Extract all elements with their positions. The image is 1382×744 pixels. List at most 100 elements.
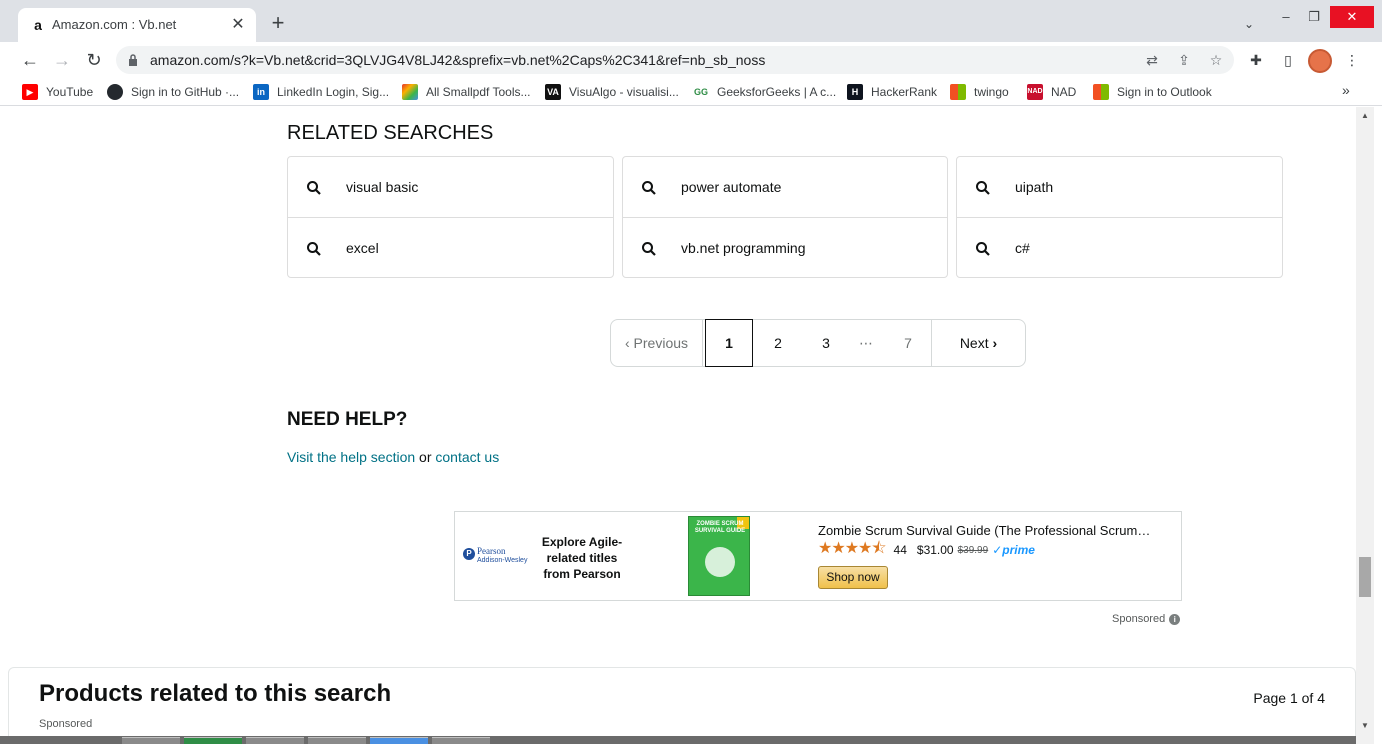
scroll-down-arrow-icon[interactable]: ▼ xyxy=(1356,721,1374,735)
menu-kebab-icon[interactable]: ⋮ xyxy=(1342,50,1362,70)
browser-tab[interactable]: a Amazon.com : Vb.net ✕ xyxy=(18,8,256,42)
book-cover-image[interactable]: ZOMBIE SCRUM SURVIVAL GUIDE xyxy=(688,516,750,596)
ad-price: $31.00 xyxy=(916,543,954,557)
window-close-button[interactable]: ✕ xyxy=(1330,6,1374,28)
youtube-icon: ▶ xyxy=(22,84,38,100)
page-link[interactable]: 3 xyxy=(803,320,849,366)
related-search-item[interactable]: excel xyxy=(288,218,613,279)
bookmarks-bar: ▶ YouTube Sign in to GitHub ·... in Linked… xyxy=(0,78,1382,106)
bookmark-label: VisuAlgo - visualisi... xyxy=(569,85,679,99)
new-tab-button[interactable]: + xyxy=(266,12,290,36)
bookmark-star-icon[interactable]: ☆ xyxy=(1206,50,1226,70)
taskbar-app[interactable] xyxy=(308,737,366,744)
search-icon xyxy=(642,242,656,256)
need-help-title: NEED HELP? xyxy=(287,409,408,430)
taskbar-app[interactable] xyxy=(370,737,428,744)
search-icon xyxy=(642,181,656,195)
close-tab-icon[interactable]: ✕ xyxy=(228,15,248,35)
brand-name: Pearson xyxy=(477,546,506,556)
address-bar[interactable]: amazon.com/s?k=Vb.net&crid=3QLVJG4V8LJ42… xyxy=(116,46,1234,74)
chevron-right-icon: › xyxy=(988,335,998,351)
related-card: uipath c# xyxy=(956,156,1283,278)
taskbar-app[interactable] xyxy=(246,737,304,744)
brand-sub: Addison-Wesley xyxy=(477,557,528,564)
page-scrollbar[interactable]: ▲ ▼ xyxy=(1356,107,1374,744)
products-sponsored-label: Sponsored xyxy=(39,718,93,730)
more-bookmarks-button[interactable]: » xyxy=(1342,82,1350,98)
chevron-left-icon: ‹ xyxy=(624,335,634,351)
bookmark-label: HackerRank xyxy=(871,85,938,99)
scroll-up-arrow-icon[interactable]: ▲ xyxy=(1356,111,1374,125)
search-icon xyxy=(307,242,321,256)
related-search-label: power automate xyxy=(681,179,782,195)
extensions-icon[interactable]: ✚ xyxy=(1246,50,1266,70)
rating-count[interactable]: 44 xyxy=(894,543,907,557)
bookmark-geeksforgeeks[interactable]: GG GeeksforGeeks | A c... xyxy=(693,83,836,101)
previous-page-button[interactable]: ‹ Previous xyxy=(611,320,703,366)
bookmark-outlook[interactable]: Sign in to Outlook xyxy=(1093,83,1212,101)
related-search-item[interactable]: visual basic xyxy=(288,157,613,218)
nad-icon: NAD xyxy=(1027,84,1043,100)
next-page-button[interactable]: Next › xyxy=(931,320,1025,366)
amazon-favicon-icon: a xyxy=(34,17,42,33)
pagination: ‹ Previous 1 2 3 ⋯ 7 Next › xyxy=(610,319,1026,367)
translate-icon[interactable]: ⇄ xyxy=(1142,50,1162,70)
page-link[interactable]: 2 xyxy=(755,320,801,366)
book-cover-title: ZOMBIE SCRUM SURVIVAL GUIDE xyxy=(694,521,746,534)
bookmark-youtube[interactable]: ▶ YouTube xyxy=(22,83,93,101)
taskbar-app[interactable] xyxy=(184,737,242,744)
url-text: amazon.com/s?k=Vb.net&crid=3QLVJG4V8LJ42… xyxy=(150,52,766,68)
restore-button[interactable]: ❐ xyxy=(1298,6,1330,28)
page-link-last[interactable]: 7 xyxy=(885,320,931,366)
browser-toolbar: ← → ↻ amazon.com/s?k=Vb.net&crid=3QLVJG4… xyxy=(0,42,1382,78)
taskbar-app[interactable] xyxy=(432,737,490,744)
sponsored-label[interactable]: Sponsored i xyxy=(1112,613,1181,625)
lock-icon xyxy=(129,54,137,66)
page-ellipsis: ⋯ xyxy=(859,335,873,351)
info-icon: i xyxy=(1169,613,1181,625)
search-icon xyxy=(307,181,321,195)
side-panel-icon[interactable]: ▯ xyxy=(1278,50,1298,70)
bookmark-smallpdf[interactable]: All Smallpdf Tools... xyxy=(402,83,531,101)
ad-rating: ★★★★⯪ 44 $31.00 $39.99 ✓prime xyxy=(818,540,1035,558)
bookmark-hackerrank[interactable]: H HackerRank xyxy=(847,83,937,101)
related-search-item[interactable]: c# xyxy=(957,218,1282,279)
github-icon xyxy=(107,84,123,100)
page-content: RELATED SEARCHES visual basic excel powe… xyxy=(0,107,1356,744)
related-search-item[interactable]: vb.net programming xyxy=(623,218,947,279)
linkedin-icon: in xyxy=(253,84,269,100)
page-current[interactable]: 1 xyxy=(705,319,753,367)
prime-label: prime xyxy=(1002,543,1035,557)
search-icon xyxy=(976,181,990,195)
tab-search-icon[interactable]: ⌄ xyxy=(1238,13,1260,35)
bookmark-label: Sign in to GitHub ·... xyxy=(131,85,240,99)
sponsored-ad-banner[interactable]: P Pearson Addison-Wesley Explore Agile-r… xyxy=(454,511,1182,601)
bookmark-nad[interactable]: NAD NAD xyxy=(1027,83,1076,101)
related-search-item[interactable]: uipath xyxy=(957,157,1282,218)
os-taskbar xyxy=(0,736,1356,744)
bookmark-label: LinkedIn Login, Sig... xyxy=(277,85,390,99)
related-search-item[interactable]: power automate xyxy=(623,157,947,218)
bookmark-twingo[interactable]: twingo xyxy=(950,83,1009,101)
bookmark-linkedin[interactable]: in LinkedIn Login, Sig... xyxy=(253,83,389,101)
scroll-thumb[interactable] xyxy=(1359,557,1371,597)
taskbar-app[interactable] xyxy=(122,737,180,744)
bookmark-github[interactable]: Sign in to GitHub ·... xyxy=(107,83,239,101)
reload-button[interactable]: ↻ xyxy=(82,48,106,72)
help-section-link[interactable]: Visit the help section xyxy=(287,449,415,465)
help-text: Visit the help section or contact us xyxy=(287,449,499,465)
related-search-label: vb.net programming xyxy=(681,240,806,256)
share-icon[interactable]: ⇪ xyxy=(1174,50,1194,70)
shop-now-button[interactable]: Shop now xyxy=(818,566,888,589)
visualgo-icon: VA xyxy=(545,84,561,100)
forward-button[interactable]: → xyxy=(50,48,74,72)
back-button[interactable]: ← xyxy=(18,48,42,72)
contact-us-link[interactable]: contact us xyxy=(435,449,499,465)
bookmark-visualgo[interactable]: VA VisuAlgo - visualisi... xyxy=(545,83,679,101)
profile-avatar[interactable] xyxy=(1308,49,1332,73)
star-rating-icon[interactable]: ★★★★⯪ xyxy=(818,537,887,564)
hackerrank-icon: H xyxy=(847,84,863,100)
bookmark-label: twingo xyxy=(974,85,1009,99)
related-search-label: uipath xyxy=(1015,179,1054,195)
pearson-logo: P Pearson Addison-Wesley xyxy=(463,546,533,570)
